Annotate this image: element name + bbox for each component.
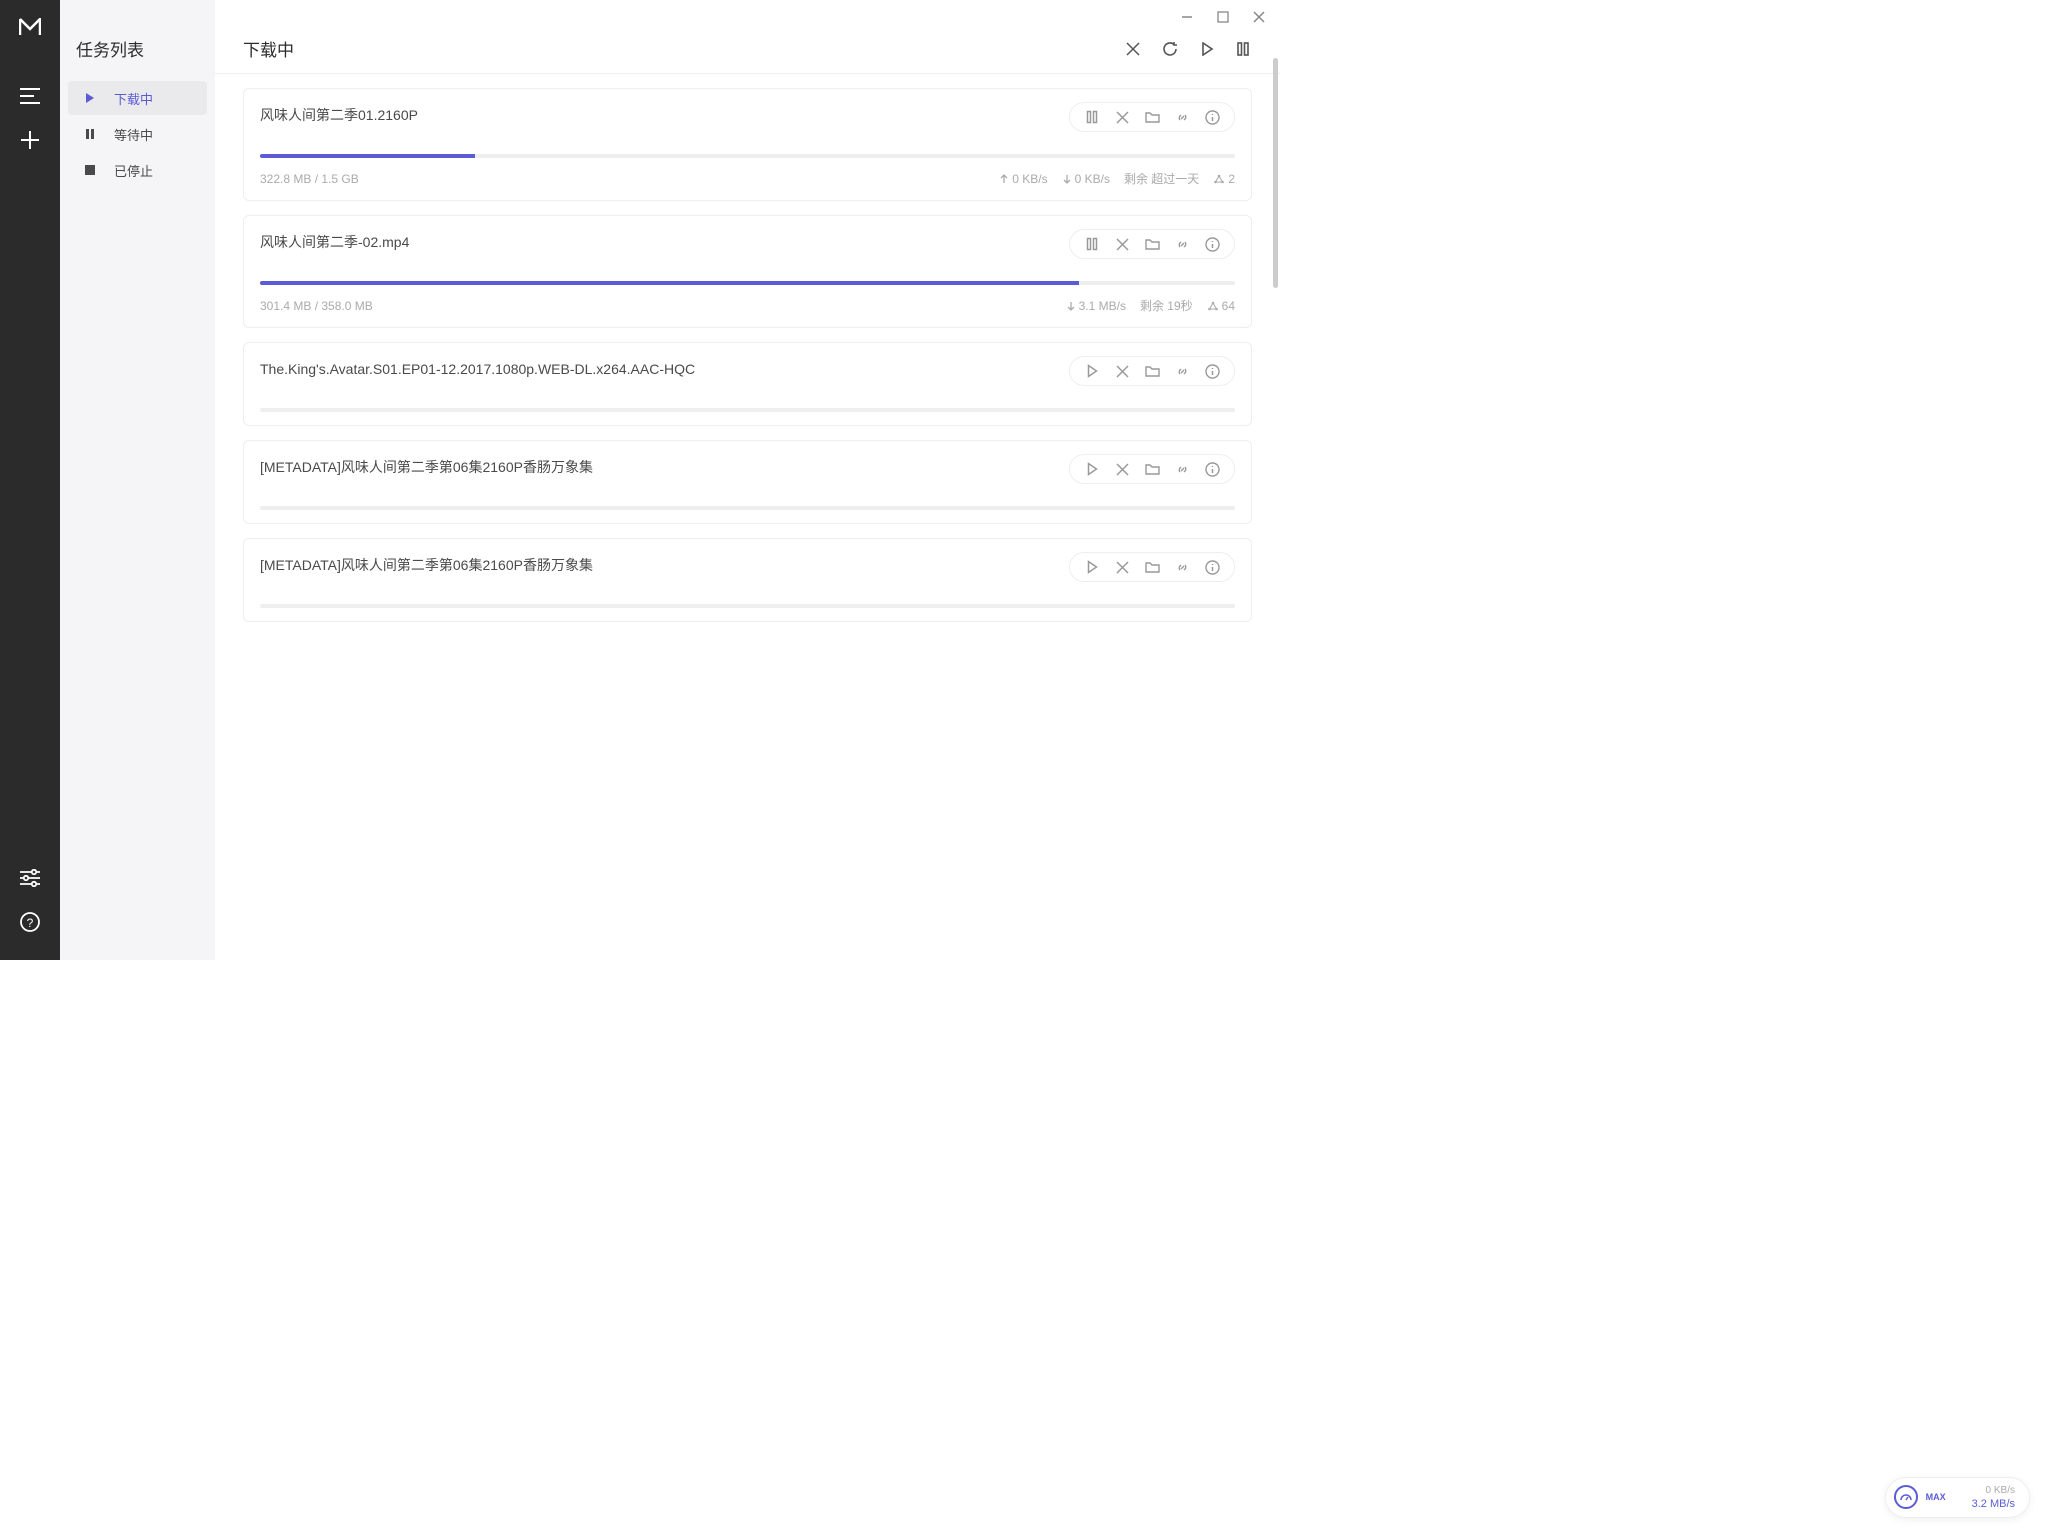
time-remaining: 剩余 超过一天 bbox=[1124, 170, 1199, 187]
task-actions bbox=[1069, 102, 1235, 132]
sidebar-item-downloading[interactable]: 下载中 bbox=[68, 81, 207, 115]
progress-bar bbox=[260, 154, 1235, 158]
progress-bar bbox=[260, 281, 1235, 285]
peer-count: 64 bbox=[1207, 299, 1235, 313]
info-button[interactable] bbox=[1204, 559, 1220, 575]
add-task-button[interactable] bbox=[0, 118, 60, 162]
pause-button[interactable] bbox=[1084, 236, 1100, 252]
page-title: 下载中 bbox=[243, 36, 1126, 61]
task-row[interactable]: [METADATA]风味人间第二季第06集2160P香肠万象集 bbox=[243, 538, 1252, 622]
sidebar-title: 任务列表 bbox=[60, 36, 215, 81]
progress-bar bbox=[260, 604, 1235, 608]
stop-icon bbox=[84, 164, 102, 176]
task-name: The.King's.Avatar.S01.EP01-12.2017.1080p… bbox=[260, 356, 1059, 380]
speed-up: 0 KB/s bbox=[1972, 1484, 2015, 1497]
open-folder-button[interactable] bbox=[1144, 559, 1160, 575]
copy-link-button[interactable] bbox=[1174, 363, 1190, 379]
progress-bar bbox=[260, 506, 1235, 510]
progress-bar bbox=[260, 408, 1235, 412]
pause-icon bbox=[84, 128, 102, 140]
speed-widget[interactable]: MAX 0 KB/s 3.2 MB/s bbox=[1885, 1477, 2030, 1518]
download-speed: 3.1 MB/s bbox=[1066, 299, 1126, 313]
task-row[interactable]: The.King's.Avatar.S01.EP01-12.2017.1080p… bbox=[243, 342, 1252, 426]
task-row[interactable]: 风味人间第二季01.2160P 322.8 MB / 1.5 GB 0 KB/s… bbox=[243, 88, 1252, 201]
info-button[interactable] bbox=[1204, 461, 1220, 477]
copy-link-button[interactable] bbox=[1174, 236, 1190, 252]
info-button[interactable] bbox=[1204, 109, 1220, 125]
clear-button[interactable] bbox=[1126, 41, 1140, 57]
play-button[interactable] bbox=[1084, 461, 1100, 477]
refresh-button[interactable] bbox=[1162, 41, 1178, 57]
task-actions bbox=[1069, 454, 1235, 484]
content-area: 下载中 风味人间第二季01.2160P 322.8 MB / 1.5 GB 0 … bbox=[215, 0, 1280, 960]
delete-button[interactable] bbox=[1114, 461, 1130, 477]
upload-speed: 0 KB/s bbox=[999, 172, 1047, 186]
task-stats: 301.4 MB / 358.0 MB 3.1 MB/s 剩余 19秒 64 bbox=[260, 297, 1235, 314]
task-list: 风味人间第二季01.2160P 322.8 MB / 1.5 GB 0 KB/s… bbox=[215, 74, 1280, 960]
delete-button[interactable] bbox=[1114, 109, 1130, 125]
speed-max-label: MAX bbox=[1926, 1492, 1946, 1504]
peer-count: 2 bbox=[1213, 172, 1235, 186]
settings-button[interactable] bbox=[0, 856, 60, 900]
maximize-button[interactable] bbox=[1216, 10, 1230, 24]
task-row[interactable]: [METADATA]风味人间第二季第06集2160P香肠万象集 bbox=[243, 440, 1252, 524]
minimize-button[interactable] bbox=[1180, 10, 1194, 24]
copy-link-button[interactable] bbox=[1174, 461, 1190, 477]
play-button[interactable] bbox=[1084, 559, 1100, 575]
help-button[interactable]: ? bbox=[0, 900, 60, 944]
menu-button[interactable] bbox=[0, 74, 60, 118]
size-progress: 301.4 MB / 358.0 MB bbox=[260, 299, 1052, 313]
copy-link-button[interactable] bbox=[1174, 559, 1190, 575]
scrollbar[interactable] bbox=[1273, 58, 1278, 288]
sub-sidebar: 任务列表 下载中 等待中 已停止 bbox=[60, 0, 215, 960]
download-speed: 0 KB/s bbox=[1062, 172, 1110, 186]
close-window-button[interactable] bbox=[1252, 10, 1266, 24]
task-name: 风味人间第二季-02.mp4 bbox=[260, 229, 1059, 253]
pause-button[interactable] bbox=[1084, 109, 1100, 125]
size-progress: 322.8 MB / 1.5 GB bbox=[260, 172, 985, 186]
svg-text:?: ? bbox=[27, 916, 34, 930]
delete-button[interactable] bbox=[1114, 559, 1130, 575]
copy-link-button[interactable] bbox=[1174, 109, 1190, 125]
delete-button[interactable] bbox=[1114, 236, 1130, 252]
time-remaining: 剩余 19秒 bbox=[1140, 297, 1193, 314]
open-folder-button[interactable] bbox=[1144, 236, 1160, 252]
task-name: [METADATA]风味人间第二季第06集2160P香肠万象集 bbox=[260, 454, 1059, 478]
task-actions bbox=[1069, 229, 1235, 259]
sidebar-item-stopped[interactable]: 已停止 bbox=[68, 153, 207, 187]
play-button[interactable] bbox=[1084, 363, 1100, 379]
sidebar-item-waiting[interactable]: 等待中 bbox=[68, 117, 207, 151]
task-stats: 322.8 MB / 1.5 GB 0 KB/s 0 KB/s 剩余 超过一天 2 bbox=[260, 170, 1235, 187]
page-header: 下载中 bbox=[215, 0, 1280, 74]
task-actions bbox=[1069, 552, 1235, 582]
sidebar-item-label: 等待中 bbox=[114, 125, 153, 144]
header-actions bbox=[1126, 41, 1250, 57]
sidebar-item-label: 已停止 bbox=[114, 161, 153, 180]
task-name: 风味人间第二季01.2160P bbox=[260, 102, 1059, 126]
task-actions bbox=[1069, 356, 1235, 386]
gauge-icon bbox=[1894, 1485, 1918, 1509]
task-name: [METADATA]风味人间第二季第06集2160P香肠万象集 bbox=[260, 552, 1059, 576]
speed-down: 3.2 MB/s bbox=[1972, 1497, 2015, 1511]
open-folder-button[interactable] bbox=[1144, 461, 1160, 477]
delete-button[interactable] bbox=[1114, 363, 1130, 379]
open-folder-button[interactable] bbox=[1144, 363, 1160, 379]
open-folder-button[interactable] bbox=[1144, 109, 1160, 125]
window-controls bbox=[1180, 10, 1266, 24]
info-button[interactable] bbox=[1204, 363, 1220, 379]
sidebar-item-label: 下载中 bbox=[114, 89, 153, 108]
play-icon bbox=[84, 92, 102, 104]
app-logo bbox=[19, 18, 41, 36]
resume-all-button[interactable] bbox=[1200, 41, 1214, 57]
pause-all-button[interactable] bbox=[1236, 41, 1250, 57]
info-button[interactable] bbox=[1204, 236, 1220, 252]
task-row[interactable]: 风味人间第二季-02.mp4 301.4 MB / 358.0 MB 3.1 M… bbox=[243, 215, 1252, 328]
main-sidebar: ? bbox=[0, 0, 60, 960]
